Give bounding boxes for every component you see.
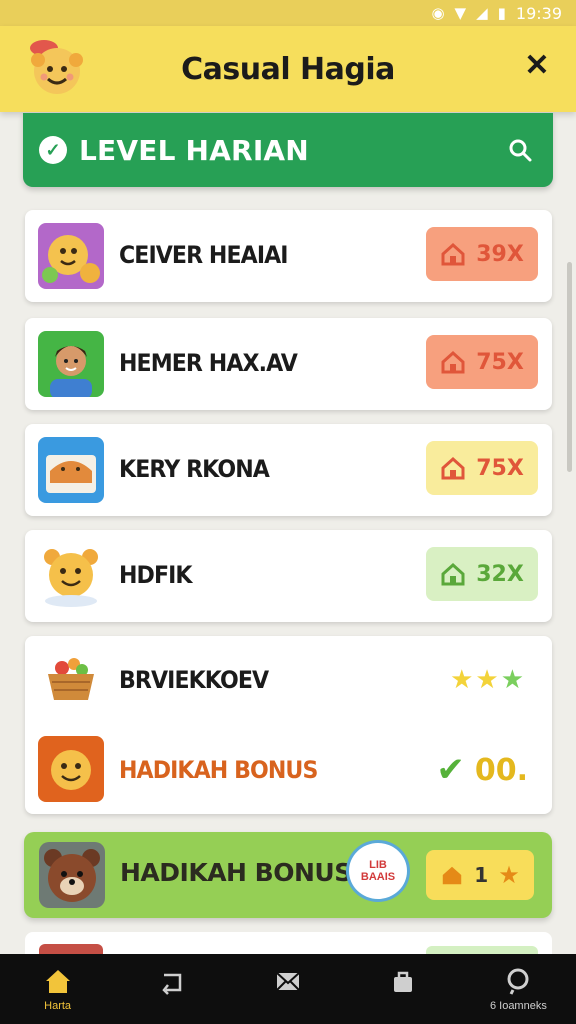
checkmark-icon: ✔ <box>436 750 465 790</box>
level-name: HEMER HAX.AV <box>119 349 298 377</box>
bonus-amount: 00. <box>474 752 528 788</box>
badge-value: 75X <box>476 455 524 481</box>
nav-item-bag[interactable] <box>346 954 461 1024</box>
level-card[interactable]: CEIVER HEAIAI 39X <box>25 210 552 302</box>
home-icon <box>441 562 465 586</box>
signal-icon: ◢ <box>476 4 488 22</box>
level-name: HDFIK <box>119 561 193 589</box>
badge-value: 39X <box>476 241 524 267</box>
sun-bonus-icon <box>38 736 104 802</box>
close-button[interactable]: ✕ <box>520 48 554 82</box>
camera-icon: ◉ <box>431 4 445 22</box>
mascot-logo-icon <box>30 40 83 94</box>
fruit-basket-icon <box>38 644 104 710</box>
nav-item-home[interactable]: Harta <box>0 954 115 1024</box>
home-icon <box>441 350 465 374</box>
star-icon: ★ <box>450 664 476 694</box>
search-icon[interactable] <box>507 137 533 163</box>
badge-value: 32X <box>476 561 524 587</box>
battery-icon: ▮ <box>497 4 506 22</box>
home-icon <box>443 866 462 885</box>
nav-item-mail[interactable] <box>230 954 345 1024</box>
boy-character-thumbnail-icon <box>38 331 104 397</box>
nav-item-search[interactable]: 6 Ioamneks <box>461 954 576 1024</box>
star-icon: ★ <box>475 664 501 694</box>
home-icon <box>441 242 465 266</box>
bonus-banner-label: HADIKAH BONUS <box>120 858 352 887</box>
bonus-reward-badge[interactable]: 1 ★ <box>426 850 534 900</box>
envelope-icon <box>276 971 300 991</box>
bonus-banner[interactable]: HADIKAH BONUS LIB BAAIS 1 ★ <box>24 832 552 918</box>
banner-title: LEVEL HARIAN <box>79 133 309 167</box>
speech-bubble: LIB BAAIS <box>346 840 410 902</box>
cookie-game-thumbnail-icon <box>38 223 104 289</box>
level-card[interactable]: HEMER HAX.AV 75X <box>25 318 552 410</box>
bonus-card[interactable]: BRVIEKKOEV ★★★ HADIKAH BONUS ✔ 00. <box>25 636 552 814</box>
level-reward-badge[interactable]: 75X <box>426 335 538 389</box>
bonus-value: ✔ 00. <box>436 750 528 790</box>
close-icon: ✕ <box>524 48 550 82</box>
level-name: CEIVER HEAIAI <box>119 241 288 269</box>
badge-value: 75X <box>476 349 524 375</box>
star-rating: ★★★ <box>450 664 526 695</box>
search-icon <box>507 968 529 995</box>
bubble-text: LIB BAAIS <box>360 859 396 883</box>
home-icon <box>441 456 465 480</box>
level-reward-badge[interactable]: 75X <box>426 441 538 495</box>
status-time: 19:39 <box>515 3 562 23</box>
bottom-nav: Harta 6 Ioamneks <box>0 954 576 1024</box>
pie-dish-thumbnail-icon <box>38 437 104 503</box>
status-bar: ◉ ▼ ◢ ▮ 19:39 <box>0 0 576 26</box>
level-card[interactable]: KERY RKONA 75X <box>25 424 552 516</box>
nav-label: Harta <box>44 999 72 1012</box>
star-icon: ★ <box>500 664 526 694</box>
bonus-badge-value: 1 <box>474 863 489 887</box>
star-icon: ★ <box>498 861 520 889</box>
bear-avatar-icon <box>39 842 105 908</box>
daily-level-banner: ✓ LEVEL HARIAN <box>23 113 553 187</box>
home-icon <box>45 969 70 993</box>
wifi-icon: ▼ <box>454 4 467 22</box>
level-reward-badge[interactable]: 39X <box>426 227 538 281</box>
bear-thumbnail-icon <box>38 543 104 609</box>
bonus-label: HADIKAH BONUS <box>119 756 318 784</box>
app-header: Casual Hagia ✕ <box>0 26 576 112</box>
check-icon: ✓ <box>39 136 67 164</box>
scrollbar[interactable] <box>567 262 572 472</box>
bag-icon <box>394 971 413 992</box>
app-title: Casual Hagia <box>181 51 395 87</box>
level-reward-badge[interactable]: 32X <box>426 547 538 601</box>
item-name: BRVIEKKOEV <box>119 666 269 694</box>
level-card[interactable]: HDFIK 32X <box>25 530 552 622</box>
nav-label: 6 Ioamneks <box>489 999 547 1012</box>
nav-item-back[interactable] <box>115 954 230 1024</box>
back-icon <box>162 973 182 995</box>
level-name: KERY RKONA <box>119 455 270 483</box>
